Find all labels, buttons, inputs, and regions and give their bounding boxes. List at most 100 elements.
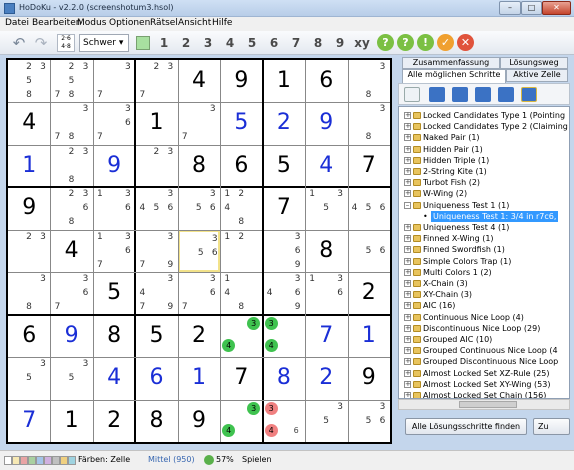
cell-r3c3[interactable]: 9 [93, 145, 135, 187]
cell-r5c2[interactable]: 4 [50, 230, 92, 272]
step-group-item[interactable]: + X-Chain (3) [399, 278, 569, 289]
cell-r9c7[interactable]: 3 4 6 [263, 400, 305, 442]
cell-r8c4[interactable]: 6 [135, 357, 177, 399]
cell-r4c1[interactable]: 9 [8, 187, 50, 229]
cell-r2c3[interactable]: 3 6 7 [93, 102, 135, 144]
cell-r6c7[interactable]: 3 4 6 9 [263, 272, 305, 314]
cell-r3c7[interactable]: 5 [263, 145, 305, 187]
expander-icon[interactable]: + [404, 268, 411, 276]
cell-r1c9[interactable]: 38 [348, 60, 390, 102]
cell-r3c8[interactable]: 4 [305, 145, 347, 187]
cell-r3c9[interactable]: 7 [348, 145, 390, 187]
expander-icon[interactable]: + [404, 280, 411, 287]
cell-r8c8[interactable]: 2 [305, 357, 347, 399]
subset-step-icon[interactable] [475, 87, 491, 102]
cell-r3c4[interactable]: 23 [135, 145, 177, 187]
cell-r9c2[interactable]: 1 [50, 400, 92, 442]
cell-r5c9[interactable]: 56 [348, 230, 390, 272]
step-group-item[interactable]: – Uniqueness Test 1 (1) [399, 200, 569, 211]
cell-r2c1[interactable]: 4 [8, 102, 50, 144]
filter-digit-6[interactable]: 6 [265, 34, 283, 52]
step-group-item[interactable]: + Discontinuous Nice Loop (29) [399, 323, 569, 334]
cell-r5c4[interactable]: 3 7 9 [135, 230, 177, 272]
single-step-icon[interactable] [429, 87, 445, 102]
cell-r1c1[interactable]: 235 8 [8, 60, 50, 102]
step-group-item[interactable]: + Finned Swordfish (1) [399, 244, 569, 255]
find-all-steps-button[interactable]: Alle Lösungsschritte finden [405, 418, 527, 435]
step-group-item[interactable]: + XY-Chain (3) [399, 289, 569, 300]
cell-r2c8[interactable]: 9 [305, 102, 347, 144]
expander-icon[interactable]: + [404, 123, 411, 131]
cell-r4c8[interactable]: 1 35 [305, 187, 347, 229]
execute-step-icon[interactable]: ✓ [437, 34, 454, 51]
step-group-item[interactable]: + Grouped AIC (10) [399, 334, 569, 345]
redo-button[interactable]: ↷ [32, 34, 50, 52]
step-group-item[interactable]: + Grouped Continuous Nice Loop (4 [399, 345, 569, 356]
cell-r1c5[interactable]: 4 [178, 60, 220, 102]
filter-digit-1[interactable]: 1 [155, 34, 173, 52]
apply-button[interactable]: Zu [533, 418, 570, 435]
menu-optionen[interactable]: Optionen [109, 18, 150, 28]
cell-r9c5[interactable]: 9 [178, 400, 220, 442]
filter-digit-9[interactable]: 9 [331, 34, 349, 52]
cell-r8c6[interactable]: 7 [220, 357, 262, 399]
step-group-item[interactable]: + Almost Locked Set XZ-Rule (25) [399, 368, 569, 379]
cell-r4c2[interactable]: 23 68 [50, 187, 92, 229]
step-group-item[interactable]: + W-Wing (2) [399, 188, 569, 199]
cell-r1c2[interactable]: 23578 [50, 60, 92, 102]
cell-r2c2[interactable]: 3 78 [50, 102, 92, 144]
cell-r9c8[interactable]: 35 [305, 400, 347, 442]
color-swatch[interactable] [68, 456, 76, 465]
cell-r1c6[interactable]: 9 [220, 60, 262, 102]
step-group-item[interactable]: + Almost Locked Set Chain (156) [399, 390, 569, 398]
cell-r6c3[interactable]: 5 [93, 272, 135, 314]
cell-r8c9[interactable]: 9 [348, 357, 390, 399]
cell-r6c4[interactable]: 3 4 7 9 [135, 272, 177, 314]
cell-r7c9[interactable]: 1 [348, 315, 390, 357]
expander-icon[interactable]: + [404, 392, 411, 398]
color-swatch[interactable] [28, 456, 36, 465]
filter-digit-7[interactable]: 7 [287, 34, 305, 52]
close-window-button[interactable]: ✕ [542, 1, 571, 15]
expander-icon[interactable]: + [404, 347, 411, 355]
cell-r5c5[interactable]: 356 [177, 229, 221, 273]
cell-r4c9[interactable]: 456 [348, 187, 390, 229]
step-group-item[interactable]: + Continuous Nice Loop (4) [399, 312, 569, 323]
cell-r7c6[interactable]: 34 [220, 315, 262, 357]
tab-active-cell[interactable]: Aktive Zelle [506, 69, 568, 82]
cell-r5c7[interactable]: 3 6 9 [263, 230, 305, 272]
cell-r5c6[interactable]: 12 [220, 230, 262, 272]
color-swatch-button[interactable] [136, 36, 150, 50]
tab-all-steps[interactable]: Alle möglichen Schritte [402, 69, 506, 83]
cell-r2c4[interactable]: 1 [135, 102, 177, 144]
cell-r5c3[interactable]: 1 3 6 7 [93, 230, 135, 272]
color-swatch[interactable] [52, 456, 60, 465]
menu-ansicht[interactable]: Ansicht [178, 18, 211, 28]
expander-icon[interactable]: + [404, 302, 411, 310]
cell-r4c7[interactable]: 7 [263, 187, 305, 229]
cell-r7c3[interactable]: 8 [93, 315, 135, 357]
expander-icon[interactable]: + [404, 145, 411, 153]
step-group-item[interactable]: + Locked Candidates Type 1 (Pointing [399, 110, 569, 121]
filter-digit-5[interactable]: 5 [243, 34, 261, 52]
expander-icon[interactable]: + [404, 313, 411, 321]
step-group-item[interactable]: + AIC (16) [399, 300, 569, 311]
settings-gear-icon[interactable] [404, 87, 420, 102]
template-step-icon[interactable] [521, 87, 537, 102]
cell-r1c8[interactable]: 6 [305, 60, 347, 102]
step-group-item[interactable]: + Finned X-Wing (1) [399, 233, 569, 244]
color-swatch[interactable] [36, 456, 44, 465]
cell-r6c8[interactable]: 1 3 6 [305, 272, 347, 314]
step-group-item[interactable]: + Locked Candidates Type 2 (Claiming [399, 121, 569, 132]
filter-digit-2[interactable]: 2 [177, 34, 195, 52]
expander-icon[interactable]: + [404, 156, 411, 164]
menu-modus[interactable]: Modus [77, 18, 106, 28]
cell-r8c2[interactable]: 35 [50, 357, 92, 399]
cell-r5c8[interactable]: 8 [305, 230, 347, 272]
scroll-thumb[interactable] [459, 401, 517, 408]
cell-r5c1[interactable]: 23 [8, 230, 50, 272]
cell-r8c3[interactable]: 4 [93, 357, 135, 399]
expander-icon[interactable]: + [404, 179, 411, 187]
cell-r9c4[interactable]: 8 [135, 400, 177, 442]
filter-xy-button[interactable]: xy [353, 34, 371, 52]
